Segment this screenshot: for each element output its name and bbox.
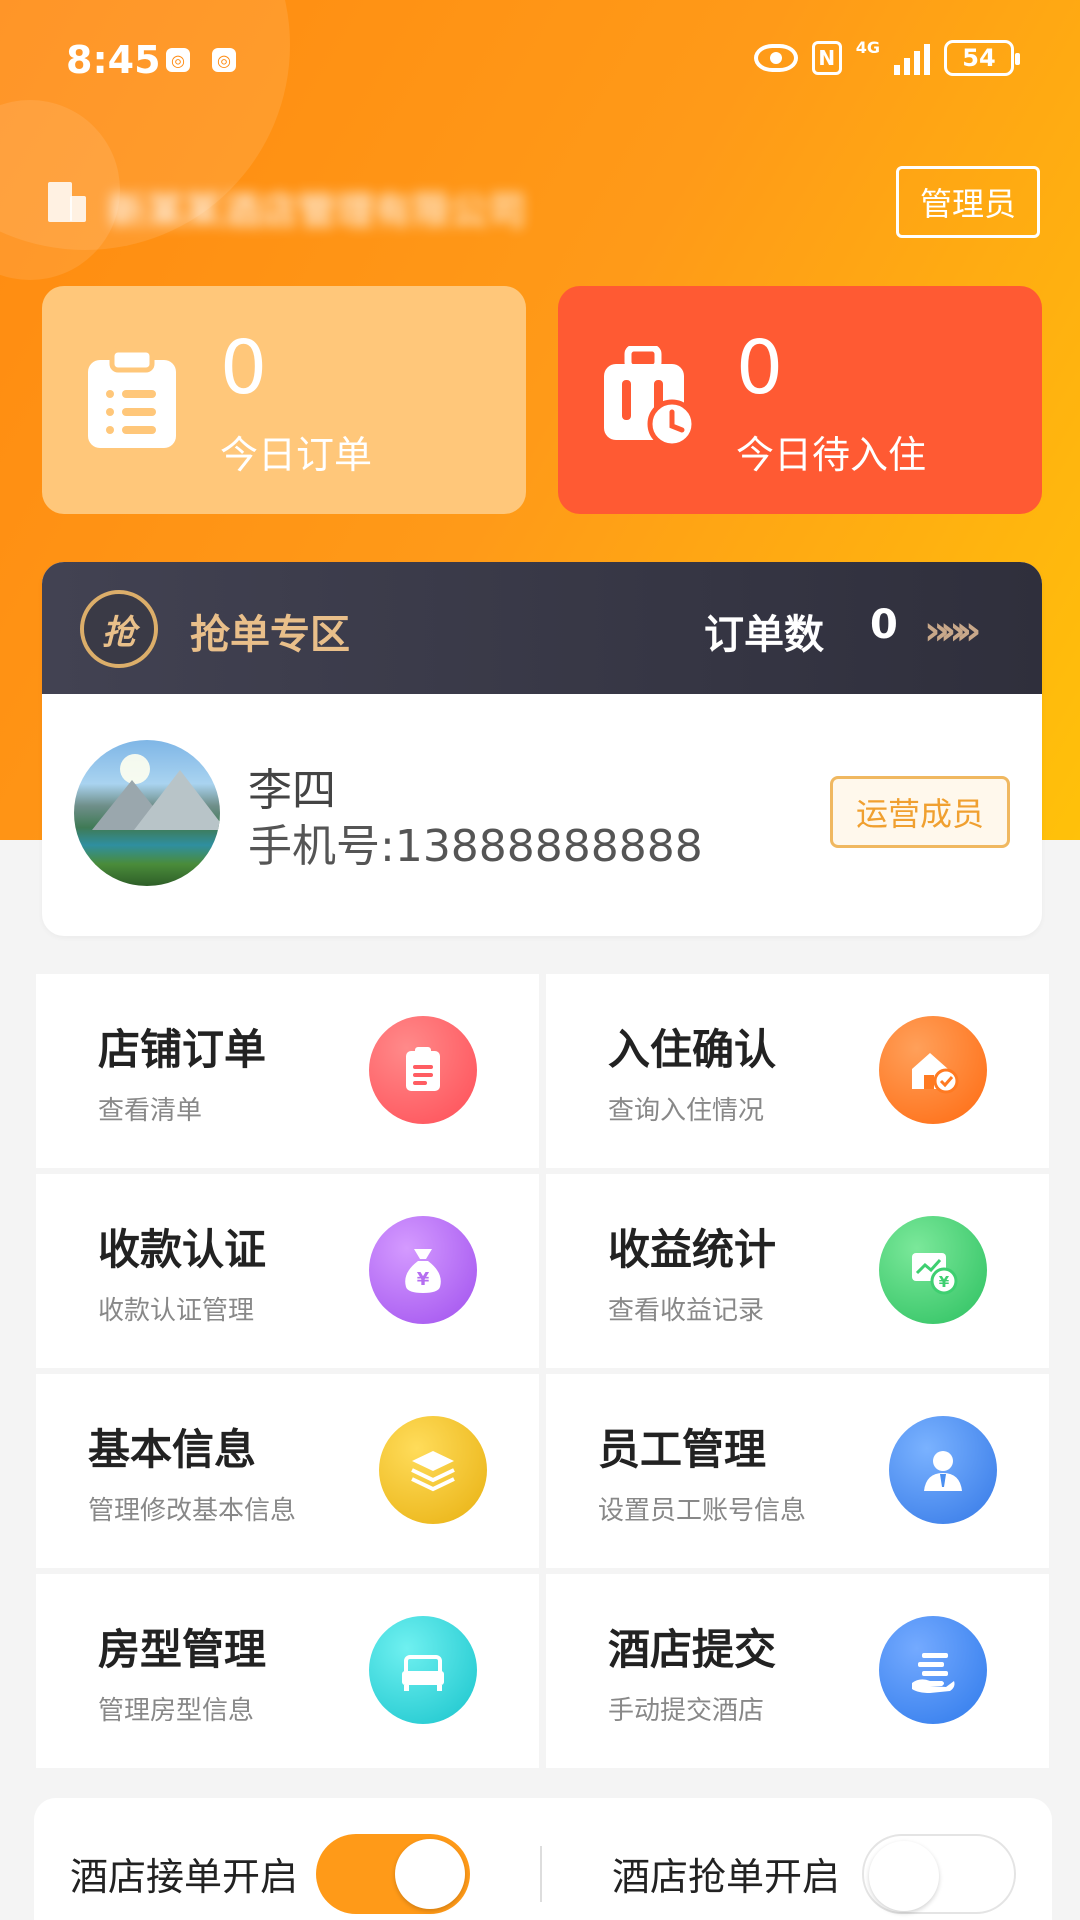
today-checkin-value: 0 xyxy=(736,325,784,411)
eye-icon xyxy=(753,44,798,72)
staff-icon xyxy=(889,1416,997,1524)
order-list-icon xyxy=(369,1016,477,1124)
menu-subtitle: 管理修改基本信息 xyxy=(88,1496,297,1526)
menu-item-staff-management[interactable]: 员工管理 设置员工账号信息 xyxy=(546,1374,1049,1568)
hand-submit-icon xyxy=(879,1616,987,1724)
notification-icon: ◎ xyxy=(212,48,236,72)
hotel-name: 新某某酒店管理有限公司 xyxy=(108,189,527,233)
hotel-row: 新某某酒店管理有限公司 管理员 xyxy=(44,164,1040,240)
clipboard-icon xyxy=(82,346,182,450)
menu-item-hotel-submit[interactable]: 酒店提交 手动提交酒店 xyxy=(546,1574,1049,1768)
today-orders-card[interactable]: 0 今日订单 xyxy=(42,286,526,514)
building-icon xyxy=(48,182,86,222)
luggage-clock-icon xyxy=(598,344,698,450)
menu-item-payment-auth[interactable]: 收款认证 收款认证管理 ¥ xyxy=(36,1174,539,1368)
chevrons-right-icon: »»» xyxy=(924,608,981,654)
order-count-value: 0 xyxy=(870,602,898,648)
menu-title: 店铺订单 xyxy=(98,1025,267,1074)
menu-title: 收款认证 xyxy=(98,1225,267,1274)
menu-subtitle: 收款认证管理 xyxy=(98,1296,255,1326)
menu-subtitle: 管理房型信息 xyxy=(98,1696,255,1726)
accept-orders-toggle[interactable] xyxy=(316,1834,470,1914)
signal-icon xyxy=(894,41,930,75)
money-bag-icon: ¥ xyxy=(369,1216,477,1324)
menu-subtitle: 查询入住情况 xyxy=(608,1096,765,1126)
menu-title: 收益统计 xyxy=(608,1225,777,1274)
menu-item-income-stats[interactable]: 收益统计 查看收益记录 ¥ xyxy=(546,1174,1049,1368)
house-check-icon xyxy=(879,1016,987,1124)
toggle-bar: 酒店接单开启 酒店抢单开启 xyxy=(34,1798,1052,1920)
menu-title: 基本信息 xyxy=(88,1425,257,1474)
svg-text:¥: ¥ xyxy=(417,1269,430,1290)
toggle-knob xyxy=(395,1839,465,1909)
menu-subtitle: 查看收益记录 xyxy=(608,1296,765,1326)
menu-subtitle: 手动提交酒店 xyxy=(608,1696,765,1726)
user-role-badge: 运营成员 xyxy=(830,776,1010,848)
menu-title: 酒店提交 xyxy=(608,1625,777,1674)
grab-orders-label: 酒店抢单开启 xyxy=(612,1855,841,1899)
accept-orders-label: 酒店接单开启 xyxy=(70,1855,299,1899)
battery-icon: 54 xyxy=(944,40,1020,76)
nfc-icon: N xyxy=(811,41,842,75)
layers-icon xyxy=(379,1416,487,1524)
menu-title: 房型管理 xyxy=(98,1625,267,1674)
menu-item-basic-info[interactable]: 基本信息 管理修改基本信息 xyxy=(36,1374,539,1568)
svg-text:¥: ¥ xyxy=(939,1273,950,1291)
menu-item-checkin-confirm[interactable]: 入住确认 查询入住情况 xyxy=(546,974,1049,1168)
menu-item-store-orders[interactable]: 店铺订单 查看清单 xyxy=(36,974,539,1168)
order-count-label: 订单数 xyxy=(704,612,824,658)
status-icons: N 4G 54 xyxy=(753,38,1020,76)
menu-title: 员工管理 xyxy=(598,1425,767,1474)
notification-icon: ◎ xyxy=(166,48,190,72)
menu-item-room-type[interactable]: 房型管理 管理房型信息 xyxy=(36,1574,539,1768)
user-phone: 手机号:13888888888 xyxy=(248,821,703,872)
today-orders-value: 0 xyxy=(220,325,268,411)
income-chart-icon: ¥ xyxy=(879,1216,987,1324)
network-type: 4G xyxy=(855,38,880,57)
grab-orders-toggle[interactable] xyxy=(862,1834,1016,1914)
menu-subtitle: 查看清单 xyxy=(98,1096,203,1126)
today-checkin-label: 今日待入住 xyxy=(736,433,927,477)
user-name: 李四 xyxy=(248,765,336,816)
grab-orders-header[interactable]: 抢 抢单专区 订单数 0 »»» xyxy=(42,562,1042,694)
today-orders-label: 今日订单 xyxy=(220,433,373,477)
status-time: 8:45 xyxy=(66,38,161,82)
divider xyxy=(540,1846,542,1902)
avatar[interactable] xyxy=(74,740,220,886)
grab-orders-card: 抢 抢单专区 订单数 0 »»» 李四 手机号:13888888888 运营成员 xyxy=(42,562,1042,936)
bed-icon xyxy=(369,1616,477,1724)
menu-title: 入住确认 xyxy=(608,1025,777,1074)
toggle-knob xyxy=(869,1841,939,1911)
admin-badge[interactable]: 管理员 xyxy=(896,166,1040,238)
today-checkin-card[interactable]: 0 今日待入住 xyxy=(558,286,1042,514)
grab-logo-icon: 抢 xyxy=(80,590,158,668)
status-bar: 8:45 ◎ ◎ N 4G 54 xyxy=(0,0,1080,120)
menu-subtitle: 设置员工账号信息 xyxy=(598,1496,807,1526)
grab-orders-title: 抢单专区 xyxy=(190,612,350,658)
